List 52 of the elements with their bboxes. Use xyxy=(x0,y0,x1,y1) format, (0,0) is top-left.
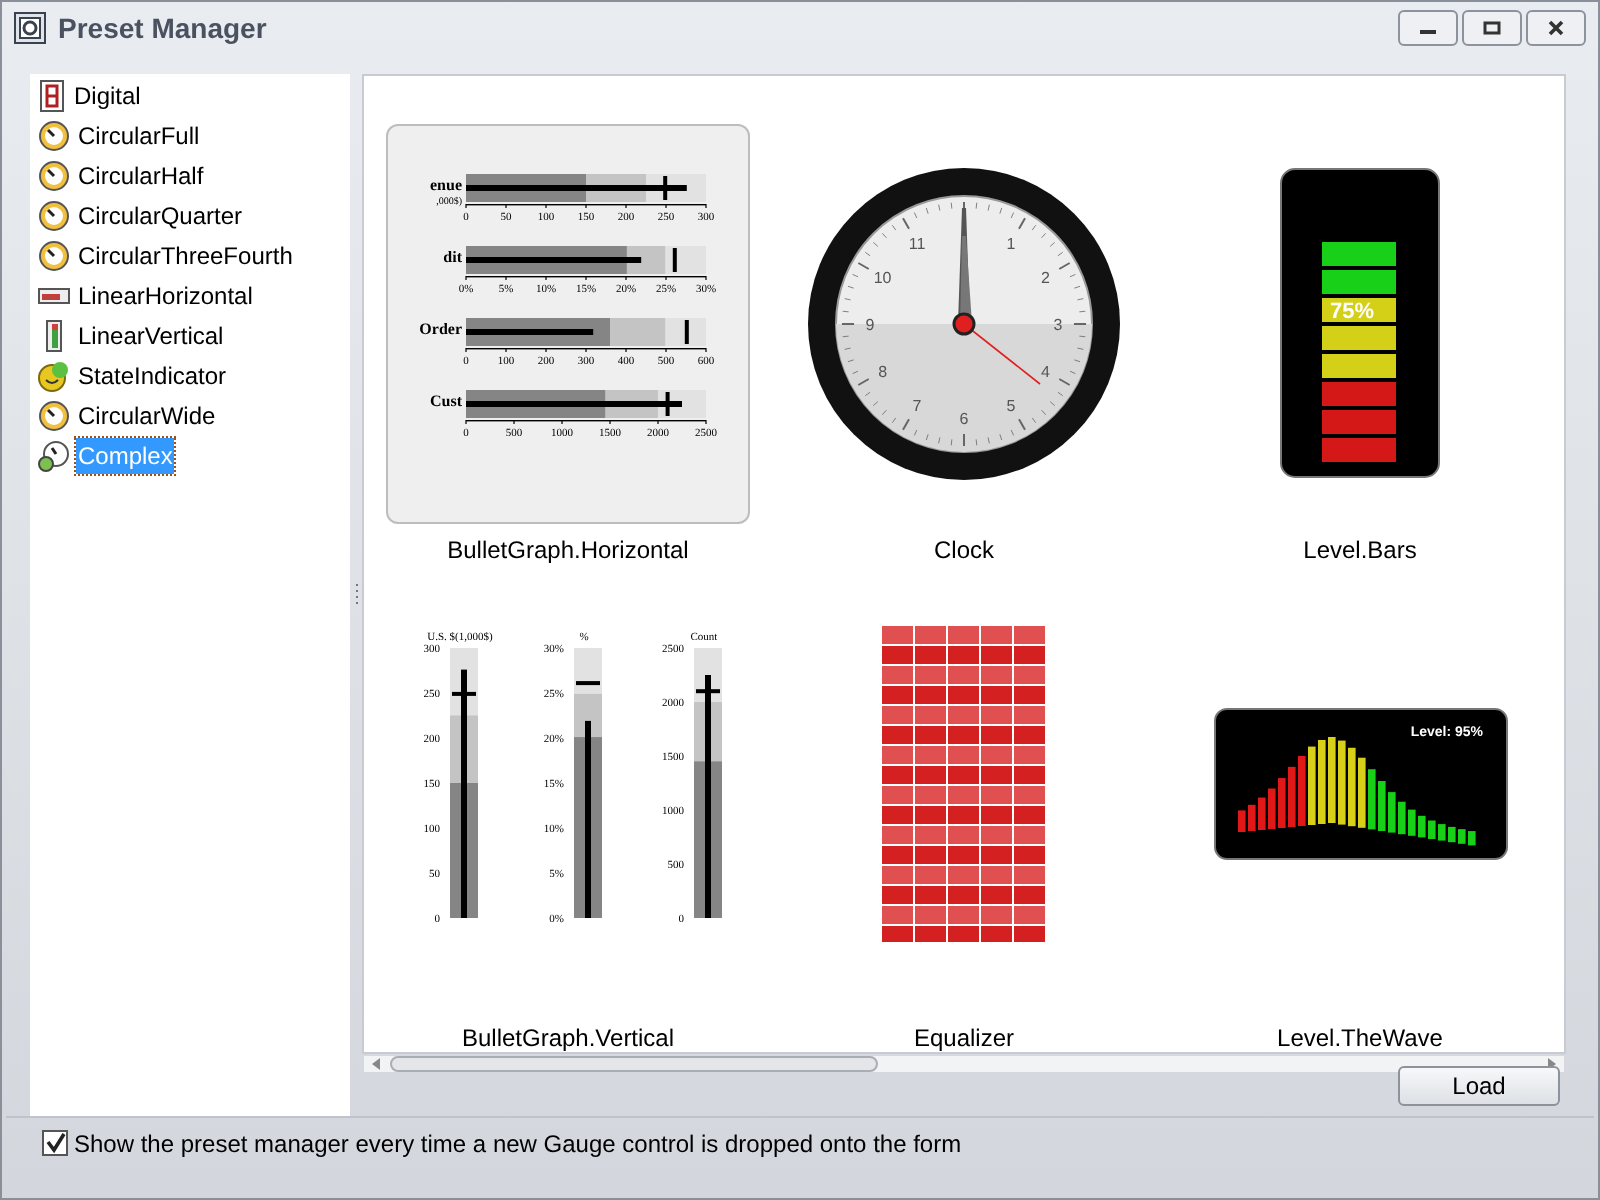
row-title: dit xyxy=(443,248,462,267)
gauge-icon xyxy=(38,159,70,192)
preset-list-item[interactable]: Digital xyxy=(72,77,143,114)
load-button[interactable]: Load xyxy=(1398,1065,1560,1106)
minimize-button[interactable] xyxy=(1398,10,1458,47)
checkbox[interactable] xyxy=(42,1130,68,1157)
preset-label: Level.Bars xyxy=(1303,533,1417,568)
clock-numeral: 5 xyxy=(1006,397,1016,416)
preset-list-item[interactable]: CircularWide xyxy=(76,397,218,434)
maximize-button[interactable] xyxy=(1462,10,1522,47)
clock-numeral: 10 xyxy=(873,268,892,287)
clock-numeral: 11 xyxy=(908,234,926,253)
close-button[interactable] xyxy=(1526,10,1586,47)
level-reading: 75% xyxy=(1330,302,1375,325)
gauge-icon xyxy=(38,439,70,472)
row-title: Cust xyxy=(429,392,462,411)
maximize-icon xyxy=(1482,20,1502,37)
preset-list-item[interactable]: LinearVertical xyxy=(76,317,226,354)
close-icon xyxy=(1546,20,1566,37)
smiley-icon xyxy=(38,359,70,392)
scrollbar-thumb[interactable] xyxy=(390,1055,878,1072)
digit-display-icon xyxy=(38,79,66,112)
preset-list-item[interactable]: LinearHorizontal xyxy=(76,277,255,314)
preset-list-item[interactable]: StateIndicator xyxy=(76,357,229,394)
row-title: enue xyxy=(430,176,462,195)
clock-numeral: 6 xyxy=(959,409,969,428)
preset-list-item[interactable]: CircularThreeFourth xyxy=(76,237,295,274)
clock-numeral: 1 xyxy=(1006,234,1016,253)
clock-numeral: 7 xyxy=(912,397,922,416)
window-title: Preset Manager xyxy=(58,9,267,48)
preset-list-item[interactable]: CircularQuarter xyxy=(76,197,245,234)
app-icon xyxy=(14,12,46,45)
gauge-icon xyxy=(38,399,70,432)
clock-numeral: 9 xyxy=(865,315,875,334)
clock-numeral: 4 xyxy=(1040,362,1050,381)
row-title: Order xyxy=(419,320,462,339)
scroll-left-icon[interactable] xyxy=(368,1055,384,1072)
preset-label: Clock xyxy=(933,533,994,568)
preset-label: BulletGraph.Vertical xyxy=(461,1021,675,1056)
preset-list-item[interactable]: CircularHalf xyxy=(76,157,206,194)
clock-numeral: 8 xyxy=(878,362,888,381)
horizontal-scrollbar[interactable] xyxy=(364,1055,1564,1072)
gauge-icon xyxy=(38,119,70,152)
preset-label: Equalizer xyxy=(913,1021,1015,1056)
clock-numeral: 3 xyxy=(1053,315,1063,334)
clock-numeral: 2 xyxy=(1040,268,1050,287)
preset-label: BulletGraph.Horizontal xyxy=(447,533,689,568)
preset-list-item[interactable]: CircularFull xyxy=(76,117,202,154)
gauge-icon xyxy=(38,199,70,232)
preset-label: Level.TheWave xyxy=(1277,1021,1443,1056)
gauge-icon xyxy=(38,239,70,272)
checkbox-label[interactable]: Show the preset manager every time a new Gauge control is dropped onto the form xyxy=(74,1125,962,1162)
